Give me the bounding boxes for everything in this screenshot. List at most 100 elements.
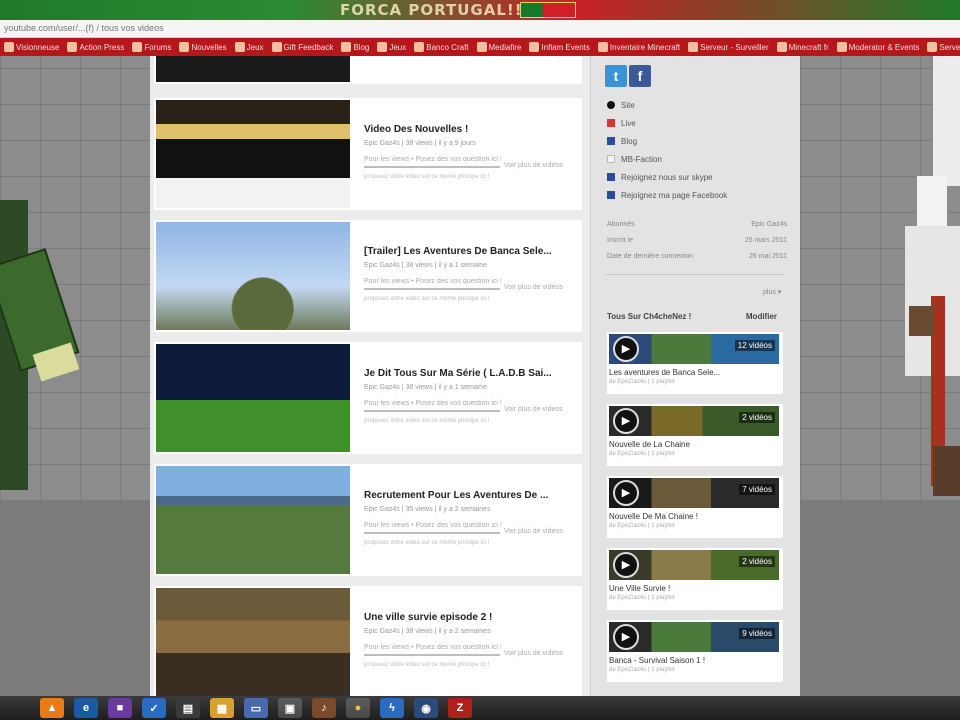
playlist-thumbnail[interactable]: ▶ 12 vidéos [609, 334, 779, 364]
video-title[interactable]: Video Des Nouvelles ! [364, 124, 574, 135]
bookmark-label[interactable]: Moderator & Events [849, 43, 920, 52]
playlist-title[interactable]: Nouvelle De Ma Chaine ! [609, 512, 698, 521]
bookmark-item[interactable]: Serveur - Surveiller [688, 42, 772, 52]
bookmark-item[interactable]: Action Press [67, 42, 128, 52]
bookmark-item[interactable]: Moderator & Events [836, 42, 924, 52]
bookmark-label[interactable]: Inflam Events [541, 43, 589, 52]
vlc-icon[interactable]: ▲ [40, 698, 64, 718]
video-thumbnail[interactable] [156, 222, 350, 330]
video-card[interactable]: Une ville survie episode 2 ! Epic Gaz4s … [154, 586, 582, 698]
bookmark-item[interactable]: Inventaire Minecraft [597, 42, 684, 52]
bookmark-item[interactable]: Inflam Events [529, 42, 593, 52]
bookmark-item[interactable]: Forums [132, 42, 175, 52]
bookmark-label[interactable]: Inventaire Minecraft [610, 43, 680, 52]
video-side-link[interactable]: Voir plus de videos [504, 406, 563, 413]
playlist-card[interactable]: ▶ 2 vidéos Une Ville Survie ! de EpicGaz… [607, 548, 783, 610]
bookmark-item[interactable]: Mediafire [476, 42, 526, 52]
playlist-title[interactable]: Une Ville Survie ! [609, 584, 670, 593]
video-side-link[interactable]: Voir plus de videos [504, 650, 563, 657]
bookmark-label[interactable]: Minecraft fr [789, 43, 829, 52]
video-card[interactable]: Video Des Nouvelles ! Epic Gaz4s | 38 vi… [154, 98, 582, 210]
bookmark-item[interactable]: Jeux [377, 42, 410, 52]
video-thumbnail[interactable] [156, 56, 350, 82]
thunder-icon[interactable]: ϟ [380, 698, 404, 718]
playlist-title[interactable]: Les aventures de Banca Sele... [609, 368, 720, 377]
play-icon[interactable]: ▶ [613, 480, 639, 506]
monitor-icon[interactable]: ▭ [244, 698, 268, 718]
video-thumbnail[interactable] [156, 344, 350, 452]
play-icon[interactable]: ▶ [613, 336, 639, 362]
link-live[interactable]: Live [607, 114, 727, 132]
video-side-link[interactable]: Voir plus de videos [504, 284, 563, 291]
video-title[interactable]: [Trailer] Les Aventures De Banca Sele... [364, 246, 574, 257]
bookmark-label[interactable]: Banco Craft [426, 43, 468, 52]
video-thumbnail[interactable] [156, 100, 350, 208]
play-icon[interactable]: ▶ [613, 552, 639, 578]
video-card-partial[interactable] [154, 56, 582, 84]
address-bar[interactable]: youtube.com/user/...(f) / tous vos video… [0, 20, 960, 38]
bookmark-label[interactable]: Serveur - Surveiller [700, 43, 768, 52]
bookmark-label[interactable]: Jeux [389, 43, 406, 52]
bookmark-label[interactable]: Jeux [247, 43, 264, 52]
link-skype[interactable]: Rejoignez nous sur skype [607, 168, 727, 186]
playlist-thumbnail[interactable]: ▶ 9 vidéos [609, 622, 779, 652]
check-icon[interactable]: ✓ [142, 698, 166, 718]
video-card[interactable]: Je Dit Tous Sur Ma Série ( L.A.D.B Sai..… [154, 342, 582, 454]
bookmark-icon [776, 42, 787, 52]
twitter-icon[interactable]: t [605, 65, 627, 87]
chrome-icon[interactable]: ● [346, 698, 370, 718]
bookmark-item[interactable]: Gift Feedback [271, 42, 338, 52]
app-icon[interactable]: ■ [108, 698, 132, 718]
link-faction[interactable]: MB-Faction [607, 150, 727, 168]
link-facebook[interactable]: Rejoignez ma page Facebook [607, 186, 727, 204]
play-icon[interactable]: ▶ [613, 624, 639, 650]
video-side-link[interactable]: Voir plus de videos [504, 528, 563, 535]
bookmark-item[interactable]: Jeux [234, 42, 268, 52]
video-title[interactable]: Une ville survie episode 2 ! [364, 612, 574, 623]
video-title[interactable]: Je Dit Tous Sur Ma Série ( L.A.D.B Sai..… [364, 368, 574, 379]
video-thumbnail[interactable] [156, 588, 350, 696]
picture-icon[interactable]: ▦ [210, 698, 234, 718]
video-title[interactable]: Recrutement Pour Les Aventures De ... [364, 490, 574, 501]
bookmark-label[interactable]: Serveurs minecraft [939, 43, 960, 52]
playlist-thumbnail[interactable]: ▶ 2 vidéos [609, 550, 779, 580]
more-link[interactable]: plus ▾ [763, 288, 781, 296]
bookmark-item[interactable]: Minecraft fr [776, 42, 833, 52]
network-icon[interactable]: ◉ [414, 698, 438, 718]
bookmark-label[interactable]: Forums [144, 43, 171, 52]
playlist-thumbnail[interactable]: ▶ 7 vidéos [609, 478, 779, 508]
paint-icon[interactable]: ▤ [176, 698, 200, 718]
playlist-card[interactable]: ▶ 9 vidéos Banca - Survival Saison 1 ! d… [607, 620, 783, 682]
link-site[interactable]: Site [607, 96, 727, 114]
playlist-thumbnail[interactable]: ▶ 2 vidéos [609, 406, 779, 436]
bookmark-label[interactable]: Gift Feedback [284, 43, 334, 52]
link-blog[interactable]: Blog [607, 132, 727, 150]
video-thumbnail[interactable] [156, 466, 350, 574]
bookmark-item[interactable]: Nouvelles [179, 42, 230, 52]
playlist-title[interactable]: Nouvelle de La Chaine [609, 440, 690, 449]
playlist-card[interactable]: ▶ 2 vidéos Nouvelle de La Chaine de Epic… [607, 404, 783, 466]
playlist-card[interactable]: ▶ 12 vidéos Les aventures de Banca Sele.… [607, 332, 783, 394]
ie-icon[interactable]: e [74, 698, 98, 718]
video-card[interactable]: Recrutement Pour Les Aventures De ... Ep… [154, 464, 582, 576]
bookmark-item[interactable]: Visionneuse [4, 42, 63, 52]
video-card[interactable]: [Trailer] Les Aventures De Banca Sele...… [154, 220, 582, 332]
playlist-title[interactable]: Banca - Survival Saison 1 ! [609, 656, 705, 665]
modify-link[interactable]: Modifier [746, 312, 777, 321]
playlist-card[interactable]: ▶ 7 vidéos Nouvelle De Ma Chaine ! de Ep… [607, 476, 783, 538]
filezilla-icon[interactable]: Z [448, 698, 472, 718]
bookmark-label[interactable]: Action Press [79, 43, 124, 52]
bookmark-item[interactable]: Blog [341, 42, 373, 52]
bookmark-label[interactable]: Visionneuse [16, 43, 59, 52]
bookmark-label[interactable]: Blog [353, 43, 369, 52]
bookmark-item[interactable]: Banco Craft [414, 42, 472, 52]
facebook-icon[interactable]: f [629, 65, 651, 87]
note-icon[interactable]: ♪ [312, 698, 336, 718]
video-side-link[interactable]: Voir plus de videos [504, 162, 563, 169]
play-icon[interactable]: ▶ [613, 408, 639, 434]
url-text[interactable]: youtube.com/user/...(f) / tous vos video… [4, 23, 164, 33]
bookmark-label[interactable]: Mediafire [489, 43, 522, 52]
bookmark-item[interactable]: Serveurs minecraft [927, 42, 960, 52]
bookmark-label[interactable]: Nouvelles [191, 43, 226, 52]
minecraft-icon[interactable]: ▣ [278, 698, 302, 718]
